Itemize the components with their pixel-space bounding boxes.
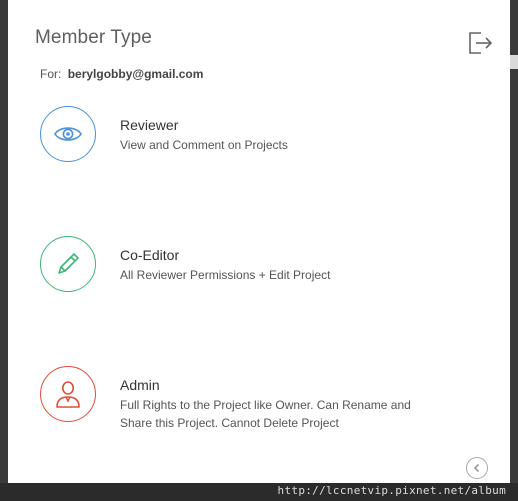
role-option-admin[interactable]: Admin Full Rights to the Project like Ow…	[40, 366, 470, 430]
for-line: For: berylgobby@gmail.com	[40, 67, 203, 81]
role-name: Admin	[120, 377, 160, 393]
role-description: All Reviewer Permissions + Edit Project	[120, 268, 331, 282]
backdrop-right	[510, 0, 518, 501]
pencil-icon	[58, 253, 79, 274]
role-description: View and Comment on Projects	[120, 138, 288, 152]
backdrop-scroll-tab	[510, 55, 518, 69]
for-label: For:	[40, 67, 62, 81]
eye-icon	[54, 127, 82, 141]
watermark-bar: http://lccnetvip.pixnet.net/album	[0, 483, 518, 501]
member-type-dialog: Member Type For: berylgobby@gmail.com Re…	[8, 0, 510, 483]
exit-icon	[469, 32, 493, 54]
role-name: Reviewer	[120, 117, 179, 133]
role-name: Co-Editor	[120, 247, 180, 263]
co-editor-icon-circle	[40, 236, 96, 292]
admin-icon-circle	[40, 366, 96, 422]
role-option-co-editor[interactable]: Co-Editor All Reviewer Permissions + Edi…	[40, 236, 470, 296]
person-icon	[56, 381, 80, 408]
backdrop-left	[0, 0, 8, 501]
reviewer-icon-circle	[40, 106, 96, 162]
back-button[interactable]	[466, 457, 488, 479]
back-arrow-icon	[474, 464, 479, 472]
watermark-text: http://lccnetvip.pixnet.net/album	[277, 484, 506, 497]
exit-button[interactable]	[466, 28, 496, 56]
dialog-title: Member Type	[35, 27, 152, 48]
role-option-reviewer[interactable]: Reviewer View and Comment on Projects	[40, 106, 470, 166]
role-description: Full Rights to the Project like Owner. C…	[120, 398, 411, 430]
member-email: berylgobby@gmail.com	[67, 67, 204, 81]
